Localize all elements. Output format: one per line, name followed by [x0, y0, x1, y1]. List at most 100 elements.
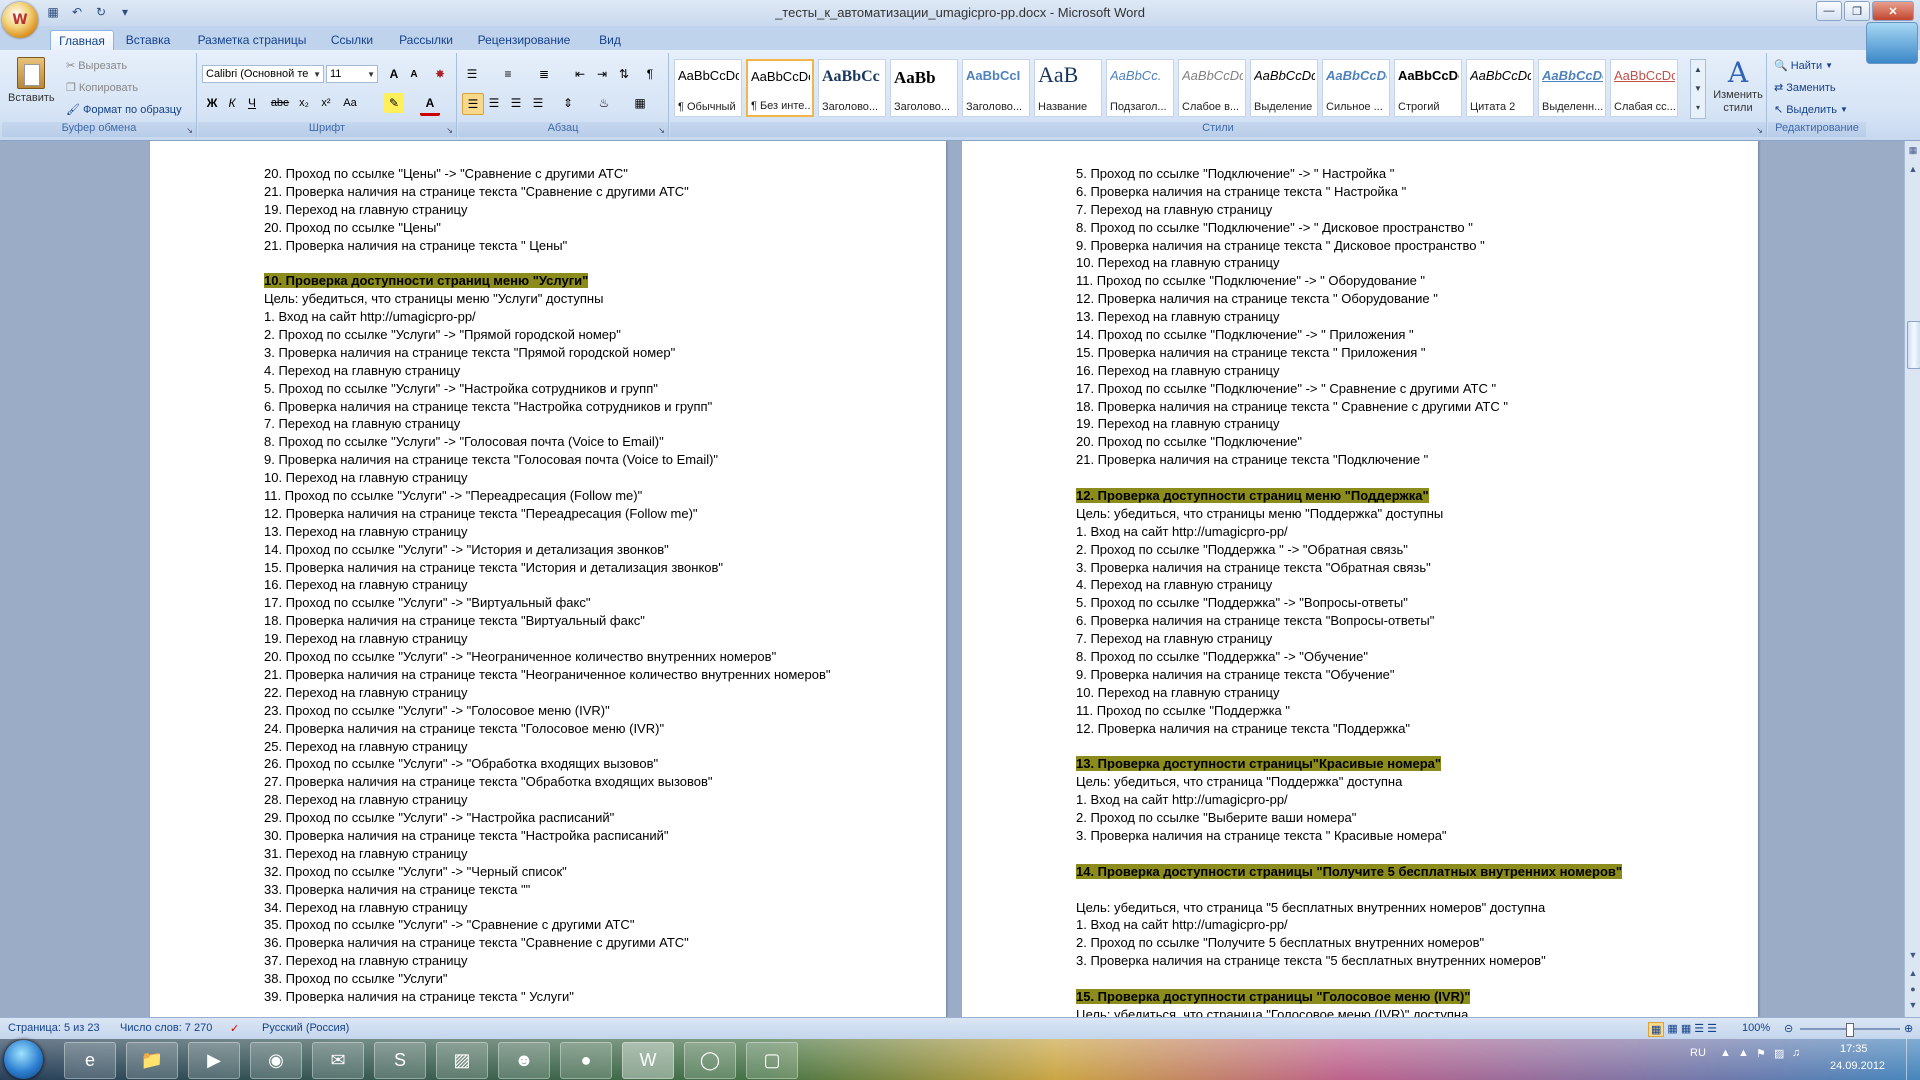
full-screen-icon[interactable]: ▦: [1667, 1022, 1677, 1037]
word-icon[interactable]: W: [622, 1042, 674, 1079]
tab-references[interactable]: Ссылки: [324, 30, 380, 50]
style-item[interactable]: AaBbCcDc Слабая сс...: [1610, 59, 1678, 117]
show-desktop-button[interactable]: [1906, 1039, 1920, 1080]
volume-icon[interactable]: ♫: [1792, 1047, 1800, 1059]
office-button[interactable]: W: [2, 2, 38, 38]
ie-icon[interactable]: e: [64, 1042, 116, 1079]
borders-button[interactable]: ▦: [630, 93, 650, 113]
justify-button[interactable]: ☰: [528, 93, 548, 113]
style-item[interactable]: AaBbCcDc Сильное ...: [1322, 59, 1390, 117]
copy-button[interactable]: ❐ Копировать: [66, 81, 138, 95]
style-item[interactable]: AaBbCc. Подзагол...: [1106, 59, 1174, 117]
sort-button[interactable]: ⇅: [614, 64, 634, 84]
style-item[interactable]: AaBbCcDc Выделение: [1250, 59, 1318, 117]
clear-formatting-button[interactable]: ✸: [430, 64, 450, 84]
styles-launcher-icon[interactable]: ↘: [1756, 126, 1763, 135]
firefox-icon[interactable]: ◉: [250, 1042, 302, 1079]
increase-indent-button[interactable]: ⇥: [592, 64, 612, 84]
clipboard-launcher-icon[interactable]: ↘: [186, 126, 193, 135]
alien-app-icon[interactable]: ☻: [498, 1042, 550, 1079]
language-indicator[interactable]: Русский (Россия): [262, 1022, 349, 1034]
font-name-combo[interactable]: Calibri (Основной те ▼: [202, 65, 324, 83]
language-bar[interactable]: RU: [1690, 1047, 1706, 1059]
web-layout-icon[interactable]: ▦: [1681, 1022, 1691, 1037]
zoom-slider-thumb[interactable]: [1846, 1023, 1854, 1037]
close-button[interactable]: ✕: [1872, 1, 1914, 21]
virtualbox-icon[interactable]: ▢: [746, 1042, 798, 1079]
tab-mailings[interactable]: Рассылки: [394, 30, 458, 50]
align-center-button[interactable]: ☰: [484, 93, 504, 113]
flag-icon[interactable]: ⚑: [1756, 1047, 1766, 1060]
terminal-icon[interactable]: ▨: [436, 1042, 488, 1079]
italic-button[interactable]: К: [222, 93, 242, 113]
shrink-font-button[interactable]: A: [404, 64, 424, 84]
show-hidden-icons[interactable]: ▲: [1720, 1047, 1731, 1059]
ruler-toggle-icon[interactable]: ▦: [1907, 144, 1919, 156]
draft-icon[interactable]: ☰: [1707, 1022, 1717, 1037]
styles-scroll[interactable]: ▲ ▼ ▾: [1690, 59, 1706, 119]
style-item[interactable]: AaBbCc Заголово...: [818, 59, 886, 117]
style-item[interactable]: AaBbCcI Заголово...: [962, 59, 1030, 117]
paragraph-launcher-icon[interactable]: ↘: [658, 126, 665, 135]
browse-object-icon[interactable]: ●: [1907, 983, 1919, 995]
media-player-icon[interactable]: ▶: [188, 1042, 240, 1079]
app-icon[interactable]: ●: [560, 1042, 612, 1079]
mail-icon[interactable]: ✉: [312, 1042, 364, 1079]
style-item[interactable]: AaBbCcDc ¶ Без инте...: [746, 59, 814, 117]
network-icon[interactable]: ▲: [1738, 1047, 1749, 1059]
show-marks-button[interactable]: ¶: [640, 64, 660, 84]
subscript-button[interactable]: x₂: [294, 93, 314, 113]
superscript-button[interactable]: x²: [316, 93, 336, 113]
shading-button[interactable]: ♨: [594, 93, 614, 113]
vertical-scrollbar[interactable]: ▦ ▲ ▼ ▲ ● ▼: [1904, 141, 1920, 1017]
numbering-button[interactable]: ≡: [498, 64, 518, 84]
highlight-button[interactable]: ✎: [384, 93, 404, 113]
style-item[interactable]: AaBbCcDc ¶ Обычный: [674, 59, 742, 117]
style-item[interactable]: AaBbCcDc Строгий: [1394, 59, 1462, 117]
right-page-text[interactable]: 5. Проход по ссылке "Подключение" -> " Н…: [1076, 165, 1758, 1017]
spellcheck-icon[interactable]: ✓: [230, 1022, 239, 1035]
underline-button[interactable]: Ч: [242, 93, 262, 113]
word-count[interactable]: Число слов: 7 270: [120, 1022, 212, 1034]
minimize-button[interactable]: —: [1816, 1, 1842, 21]
tab-view[interactable]: Вид: [590, 30, 630, 50]
grow-font-button[interactable]: A: [384, 64, 404, 84]
zoom-level[interactable]: 100%: [1742, 1022, 1770, 1034]
select-button[interactable]: ↖ Выделить ▼: [1774, 103, 1848, 117]
zoom-slider[interactable]: [1800, 1023, 1900, 1037]
font-size-combo[interactable]: 11 ▼: [326, 65, 378, 83]
clock-date[interactable]: 24.09.2012: [1830, 1060, 1885, 1072]
decrease-indent-button[interactable]: ⇤: [570, 64, 590, 84]
change-case-button[interactable]: Aa: [340, 93, 360, 113]
clock-time[interactable]: 17:35: [1840, 1043, 1868, 1055]
style-item[interactable]: AaBb Заголово...: [890, 59, 958, 117]
restore-button[interactable]: ❐: [1844, 1, 1870, 21]
strikethrough-button[interactable]: abe: [270, 93, 290, 113]
start-button[interactable]: [4, 1040, 43, 1079]
outline-icon[interactable]: ☰: [1694, 1022, 1704, 1037]
left-page-text[interactable]: 20. Проход по ссылке "Цены" -> "Сравнени…: [264, 165, 946, 1006]
bold-button[interactable]: Ж: [202, 93, 222, 113]
multilevel-list-button[interactable]: ≣: [534, 64, 554, 84]
style-item[interactable]: AaBbCcDc Цитата 2: [1466, 59, 1534, 117]
bullets-button[interactable]: ☰: [462, 64, 482, 84]
tab-insert[interactable]: Вставка: [118, 30, 178, 50]
scroll-up-icon[interactable]: ▲: [1907, 163, 1919, 175]
skype-icon[interactable]: S: [374, 1042, 426, 1079]
scroll-down-icon[interactable]: ▼: [1907, 949, 1919, 961]
align-right-button[interactable]: ☰: [506, 93, 526, 113]
style-item[interactable]: AaB Название: [1034, 59, 1102, 117]
find-button[interactable]: 🔍 Найти ▼: [1774, 59, 1833, 73]
tab-page-layout[interactable]: Разметка страницы: [194, 30, 310, 50]
font-launcher-icon[interactable]: ↘: [446, 126, 453, 135]
explorer-icon[interactable]: 📁: [126, 1042, 178, 1079]
zoom-out-icon[interactable]: ⊝: [1784, 1022, 1793, 1035]
align-left-button[interactable]: ☰: [462, 93, 484, 115]
previous-page-icon[interactable]: ▲: [1907, 967, 1919, 979]
display-icon[interactable]: ▨: [1774, 1047, 1784, 1060]
change-styles-button[interactable]: A Изменить стили: [1710, 57, 1766, 121]
line-spacing-button[interactable]: ⇕: [558, 93, 578, 113]
paste-button[interactable]: Вставить: [8, 55, 55, 119]
cut-button[interactable]: ✂ Вырезать: [66, 59, 127, 73]
zoom-in-icon[interactable]: ⊕: [1904, 1022, 1913, 1035]
